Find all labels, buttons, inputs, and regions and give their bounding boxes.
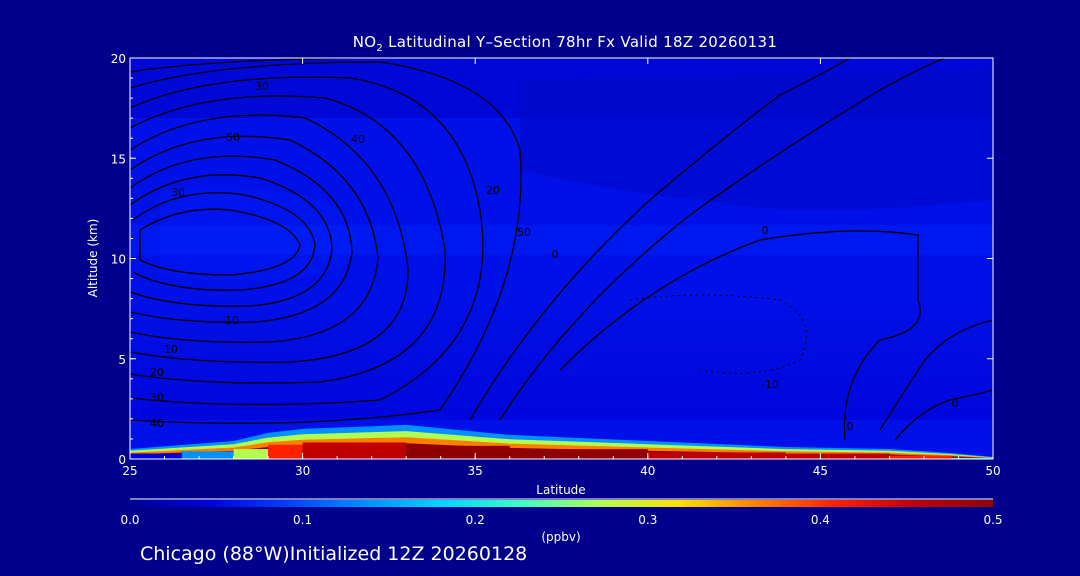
footer-init-text: Chicago (88°W)Initialized 12Z 20260128: [140, 543, 528, 565]
y-tick-label: 0: [118, 453, 126, 467]
colorbar-unit-label: (ppbv): [541, 530, 580, 544]
colorbar-tick-label: 0.3: [638, 513, 657, 527]
contour-label: 20: [150, 366, 164, 379]
colorbar-tick-label: 0.0: [120, 513, 139, 527]
surface-cell: [268, 444, 303, 459]
y-tick-label: 15: [111, 152, 126, 166]
contour-label: 30: [255, 80, 269, 93]
contour-label: 50: [517, 226, 531, 239]
contour-label: 50: [226, 131, 240, 144]
y-tick-label: 20: [111, 52, 126, 66]
tropopause-band: [130, 225, 993, 255]
x-tick-label: 50: [985, 464, 1000, 478]
contour-label: 20: [486, 184, 500, 197]
contour-label: 40: [150, 417, 164, 430]
contour-label: -10: [761, 378, 779, 391]
y-tick-label: 10: [111, 253, 126, 267]
x-axis-label: Latitude: [536, 483, 585, 497]
colorbar-tick-label: 0.1: [293, 513, 312, 527]
surface-cell: [130, 453, 182, 459]
x-tick-label: 35: [468, 464, 483, 478]
contour-label: 40: [351, 133, 365, 146]
colorbar-tick-label: 0.5: [983, 513, 1002, 527]
x-tick-label: 30: [295, 464, 310, 478]
contour-label: 30: [150, 391, 164, 404]
contour-label: 10: [164, 343, 178, 356]
contour-label: 0: [847, 420, 854, 433]
contour-label: 30: [171, 186, 185, 199]
contour-label: 0: [552, 248, 559, 261]
surface-cell: [181, 451, 234, 459]
y-tick-label: 5: [118, 353, 126, 367]
colorbar-tick-label: 0.4: [811, 513, 830, 527]
contour-label: 0: [952, 397, 959, 410]
x-tick-label: 40: [640, 464, 655, 478]
cross-section-chart: 3050 4030 20101020304050000-100 25 30 35 40 45…: [86, 52, 1003, 544]
colorbar-tick-label: 0.2: [466, 513, 485, 527]
surface-cell: [302, 442, 407, 459]
surface-cell: [233, 449, 269, 459]
surface-cell: [785, 453, 890, 459]
x-tick-label: 45: [813, 464, 828, 478]
contour-label: 0: [762, 224, 769, 237]
y-axis-label: Altitude (km): [86, 219, 100, 298]
colorbar: [130, 500, 993, 507]
contour-label: 10: [225, 314, 239, 327]
surface-cell: [406, 445, 510, 459]
